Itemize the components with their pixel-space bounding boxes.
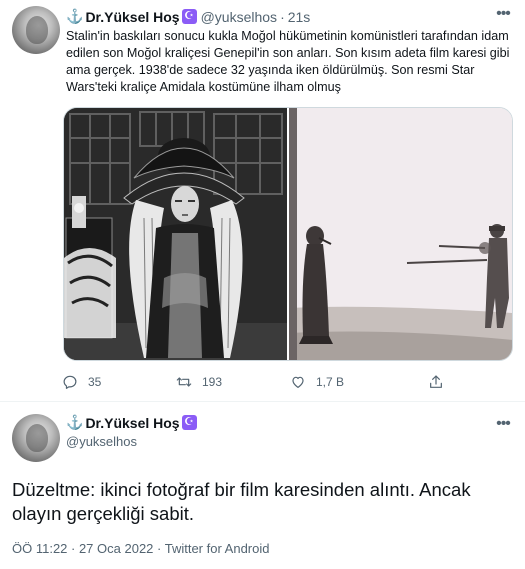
- tweet[interactable]: ⚓ Dr.Yüksel Hoş ☪ @yukselhos · 21s ••• S…: [0, 0, 525, 402]
- crescent-star-icon: ☪: [181, 9, 197, 24]
- reply-action[interactable]: 35: [62, 374, 101, 390]
- tweet-text: Stalin'in baskıları sonucu kukla Moğol h…: [66, 29, 510, 94]
- separator: ·: [280, 8, 285, 25]
- tweet-meta: ÖÖ 11:22 · 27 Oca 2022 · Twitter for And…: [12, 541, 270, 556]
- more-icon[interactable]: •••: [493, 4, 513, 24]
- queen-photo-illustration: [64, 108, 287, 360]
- share-action[interactable]: [428, 374, 444, 390]
- avatar[interactable]: [12, 6, 60, 54]
- author-handle[interactable]: @yukselhos: [66, 434, 137, 449]
- like-count: 1,7 B: [316, 375, 345, 389]
- anchor-icon: ⚓: [66, 8, 84, 24]
- retweet-action[interactable]: 193: [176, 374, 222, 390]
- reply-count: 35: [88, 375, 102, 389]
- retweet-icon: [176, 377, 192, 387]
- anchor-icon: ⚓: [66, 414, 84, 430]
- author-handle[interactable]: @yukselhos: [201, 9, 277, 25]
- author-name[interactable]: Dr.Yüksel Hoş: [85, 415, 179, 431]
- author-name[interactable]: Dr.Yüksel Hoş: [85, 9, 179, 25]
- retweet-count: 193: [202, 375, 223, 389]
- reply-icon: [63, 375, 77, 389]
- like-action[interactable]: 1,7 B: [290, 374, 344, 390]
- timestamp[interactable]: 21s: [288, 9, 311, 25]
- heart-icon: [292, 376, 304, 388]
- avatar[interactable]: [12, 414, 60, 462]
- tweet-media[interactable]: [63, 107, 513, 361]
- more-icon[interactable]: •••: [493, 414, 513, 434]
- reply-text: Düzeltme: ikinci fotoğraf bir film kares…: [12, 479, 471, 524]
- tweet-header: ⚓ Dr.Yüksel Hoş ☪ @yukselhos · 21s: [66, 8, 310, 25]
- photo-film-still[interactable]: [289, 108, 512, 360]
- crescent-star-icon: ☪: [181, 415, 197, 430]
- photo-queen-portrait[interactable]: [64, 108, 287, 360]
- reply-header: ⚓ Dr.Yüksel Hoş ☪: [66, 414, 201, 431]
- tweet-actions: 35 193 1,7 B: [62, 374, 462, 394]
- share-icon: [430, 375, 442, 388]
- film-still-illustration: [289, 108, 512, 360]
